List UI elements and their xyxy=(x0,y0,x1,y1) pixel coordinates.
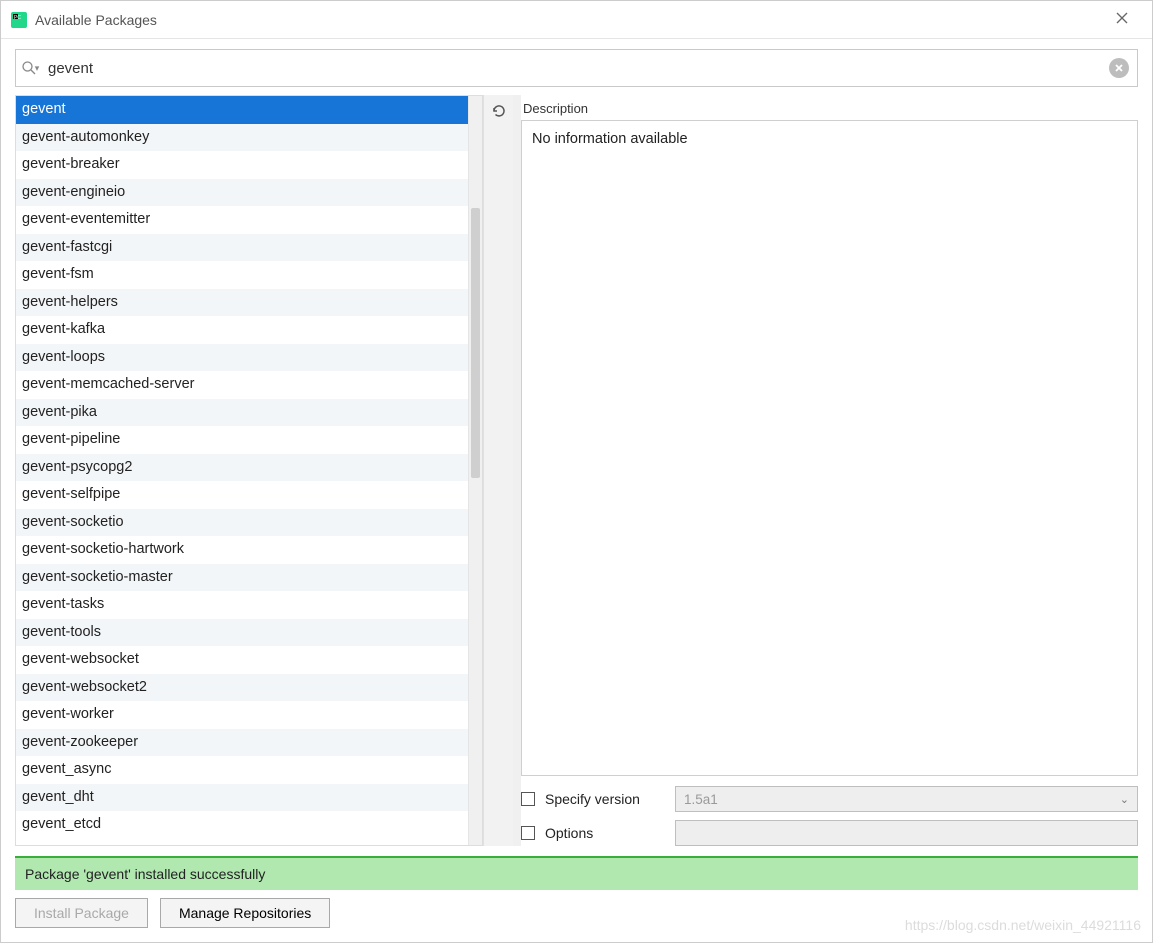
splitter[interactable] xyxy=(513,95,521,846)
package-item[interactable]: gevent-worker xyxy=(16,701,468,729)
package-item[interactable]: gevent-socketio-hartwork xyxy=(16,536,468,564)
description-label: Description xyxy=(521,95,1138,120)
package-item[interactable]: gevent-engineio xyxy=(16,179,468,207)
package-item[interactable]: gevent-socketio xyxy=(16,509,468,537)
version-combo[interactable]: 1.5a1 ⌄ xyxy=(675,786,1138,812)
clear-search-icon[interactable] xyxy=(1109,58,1129,78)
vertical-scrollbar[interactable] xyxy=(468,96,482,845)
options-row: Options xyxy=(521,820,1138,846)
package-item[interactable]: gevent-selfpipe xyxy=(16,481,468,509)
package-item[interactable]: gevent-breaker xyxy=(16,151,468,179)
options-checkbox[interactable] xyxy=(521,826,535,840)
package-item[interactable]: gevent-websocket xyxy=(16,646,468,674)
status-message: Package 'gevent' installed successfully xyxy=(15,856,1138,890)
manage-repositories-button[interactable]: Manage Repositories xyxy=(160,898,330,928)
package-item[interactable]: gevent-fsm xyxy=(16,261,468,289)
package-item[interactable]: gevent_dht xyxy=(16,784,468,812)
package-item[interactable]: gevent-zookeeper xyxy=(16,729,468,757)
package-item[interactable]: gevent-automonkey xyxy=(16,124,468,152)
content: geventgevent-automonkeygevent-breakergev… xyxy=(15,95,1138,846)
options-label: Options xyxy=(545,825,665,841)
available-packages-dialog: PC Available Packages ▾ geventgevent-aut… xyxy=(0,0,1153,943)
package-list[interactable]: geventgevent-automonkeygevent-breakergev… xyxy=(16,96,468,845)
package-item[interactable]: gevent-tasks xyxy=(16,591,468,619)
specify-version-checkbox[interactable] xyxy=(521,792,535,806)
package-list-panel: geventgevent-automonkeygevent-breakergev… xyxy=(15,95,483,846)
package-item[interactable]: gevent-loops xyxy=(16,344,468,372)
description-text: No information available xyxy=(521,120,1138,776)
window-title: Available Packages xyxy=(35,12,1102,28)
package-item[interactable]: gevent-socketio-master xyxy=(16,564,468,592)
package-item[interactable]: gevent-memcached-server xyxy=(16,371,468,399)
scrollbar-thumb[interactable] xyxy=(471,208,480,478)
package-item[interactable]: gevent-pika xyxy=(16,399,468,427)
package-item[interactable]: gevent-psycopg2 xyxy=(16,454,468,482)
svg-text:PC: PC xyxy=(14,15,21,21)
package-item[interactable]: gevent-tools xyxy=(16,619,468,647)
install-package-button[interactable]: Install Package xyxy=(15,898,148,928)
package-item[interactable]: gevent-fastcgi xyxy=(16,234,468,262)
search-input[interactable] xyxy=(44,54,1109,83)
package-item[interactable]: gevent-eventemitter xyxy=(16,206,468,234)
chevron-down-icon: ⌄ xyxy=(1120,793,1129,806)
titlebar: PC Available Packages xyxy=(1,1,1152,39)
options-text-input[interactable] xyxy=(675,820,1138,846)
package-item[interactable]: gevent-pipeline xyxy=(16,426,468,454)
search-icon: ▾ xyxy=(16,60,44,76)
package-item[interactable]: gevent_async xyxy=(16,756,468,784)
package-item[interactable]: gevent-websocket2 xyxy=(16,674,468,702)
reload-column xyxy=(483,95,513,846)
specify-version-row: Specify version 1.5a1 ⌄ xyxy=(521,786,1138,812)
package-item[interactable]: gevent xyxy=(16,96,468,124)
description-panel: Description No information available Spe… xyxy=(521,95,1138,846)
version-combo-value: 1.5a1 xyxy=(684,792,718,807)
app-icon: PC xyxy=(11,12,27,28)
close-icon[interactable] xyxy=(1102,11,1142,29)
package-item[interactable]: gevent-kafka xyxy=(16,316,468,344)
package-item[interactable]: gevent-helpers xyxy=(16,289,468,317)
reload-button[interactable] xyxy=(485,97,513,125)
search-field[interactable]: ▾ xyxy=(15,49,1138,87)
package-item[interactable]: gevent_etcd xyxy=(16,811,468,839)
button-row: Install Package Manage Repositories xyxy=(15,898,1138,928)
specify-version-label: Specify version xyxy=(545,791,665,807)
